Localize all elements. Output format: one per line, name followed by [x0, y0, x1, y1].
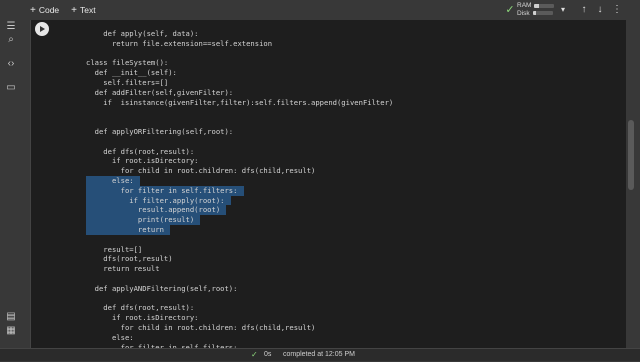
code-line[interactable]: print(result) [86, 215, 201, 225]
disk-meter-fill [532, 11, 536, 16]
command-palette-icon[interactable]: ▦ [4, 324, 18, 338]
code-line[interactable]: def dfs(root,result): [86, 303, 393, 313]
code-line[interactable]: if root.isDirectory: [86, 313, 393, 323]
execution-status[interactable]: completed at 12:05 PM [283, 349, 355, 361]
code-line[interactable] [86, 49, 393, 59]
resource-meters[interactable]: RAM Disk [517, 2, 555, 17]
code-line[interactable]: def applyORFiltering(self,root): [86, 127, 393, 137]
add-code-button[interactable]: + Code [24, 0, 65, 20]
code-line[interactable]: dfs(root,result) [86, 254, 393, 264]
add-text-button[interactable]: + Text [65, 0, 101, 20]
chevron-down-icon[interactable]: ▾ [561, 5, 565, 14]
code-line[interactable]: def apply(self, data): [86, 29, 393, 39]
code-line[interactable]: else: [86, 333, 393, 343]
plus-icon: + [30, 4, 36, 16]
code-line[interactable] [86, 274, 393, 284]
scrollbar[interactable] [628, 40, 634, 340]
code-cell[interactable]: def apply(self, data): return file.exten… [30, 20, 626, 361]
code-line[interactable]: def dfs(root,result): [86, 147, 393, 157]
connected-check-icon: ✓ [505, 4, 515, 16]
code-line[interactable] [86, 137, 393, 147]
code-line[interactable]: self.filters=[] [86, 78, 393, 88]
disk-label: Disk [517, 9, 530, 17]
code-snippets-icon[interactable]: ‹› [4, 57, 18, 71]
code-line[interactable]: def applyANDFiltering(self,root): [86, 284, 393, 294]
code-line[interactable]: def addFilter(self,givenFilter): [86, 88, 393, 98]
code-line[interactable]: result.append(root) [86, 205, 227, 216]
code-line[interactable]: class fileSystem(): [86, 58, 393, 68]
code-line[interactable] [86, 107, 393, 117]
ram-meter-fill [534, 3, 540, 8]
left-sidebar: ☰ ⌕ ‹› ▭ ▤ ▦ [0, 20, 22, 360]
scrollbar-thumb[interactable] [628, 120, 634, 190]
more-options-icon[interactable]: ⋮ [610, 3, 624, 17]
terminal-icon[interactable]: ▤ [4, 310, 18, 324]
status-check-icon: ✓ [251, 350, 258, 359]
code-line[interactable]: return [86, 224, 170, 235]
code-line[interactable]: for child in root.children: dfs(child,re… [86, 166, 393, 176]
search-icon[interactable]: ⌕ [4, 33, 18, 47]
add-code-label: Code [38, 5, 60, 15]
code-line[interactable]: def __init__(self): [86, 68, 393, 78]
code-line[interactable]: return file.extension==self.extension [86, 39, 393, 49]
ram-label: RAM [517, 2, 532, 9]
code-line[interactable]: for filter in self.filters: [86, 185, 244, 196]
code-line[interactable]: if isinstance(givenFilter,filter):self.f… [86, 98, 393, 108]
status-bar: ✓ 0s completed at 12:05 PM [0, 348, 640, 361]
run-cell-button[interactable] [35, 22, 49, 36]
play-icon [40, 26, 45, 32]
code-line[interactable]: if filter.apply(root): [86, 195, 231, 206]
execution-time: 0s [264, 351, 272, 358]
code-line[interactable]: return result [86, 264, 393, 274]
code-line[interactable]: result=[] [86, 245, 393, 255]
folder-icon[interactable]: ▭ [4, 81, 18, 95]
add-text-label: Text [80, 5, 96, 15]
arrow-down-icon[interactable]: ↓ [593, 3, 607, 17]
code-line[interactable]: else: [86, 175, 140, 186]
code-line[interactable] [86, 117, 393, 127]
disk-meter [532, 11, 553, 16]
arrow-up-icon[interactable]: ↑ [577, 3, 591, 17]
code-line[interactable]: if root.isDirectory: [86, 156, 393, 166]
code-editor[interactable]: def apply(self, data): return file.exten… [86, 29, 393, 362]
plus-icon: + [71, 4, 78, 16]
ram-meter [534, 3, 555, 8]
table-of-contents-icon[interactable]: ☰ [4, 20, 18, 34]
code-line[interactable] [86, 294, 393, 304]
code-line[interactable] [86, 235, 393, 245]
code-line[interactable]: for child in root.children: dfs(child,re… [86, 323, 393, 333]
